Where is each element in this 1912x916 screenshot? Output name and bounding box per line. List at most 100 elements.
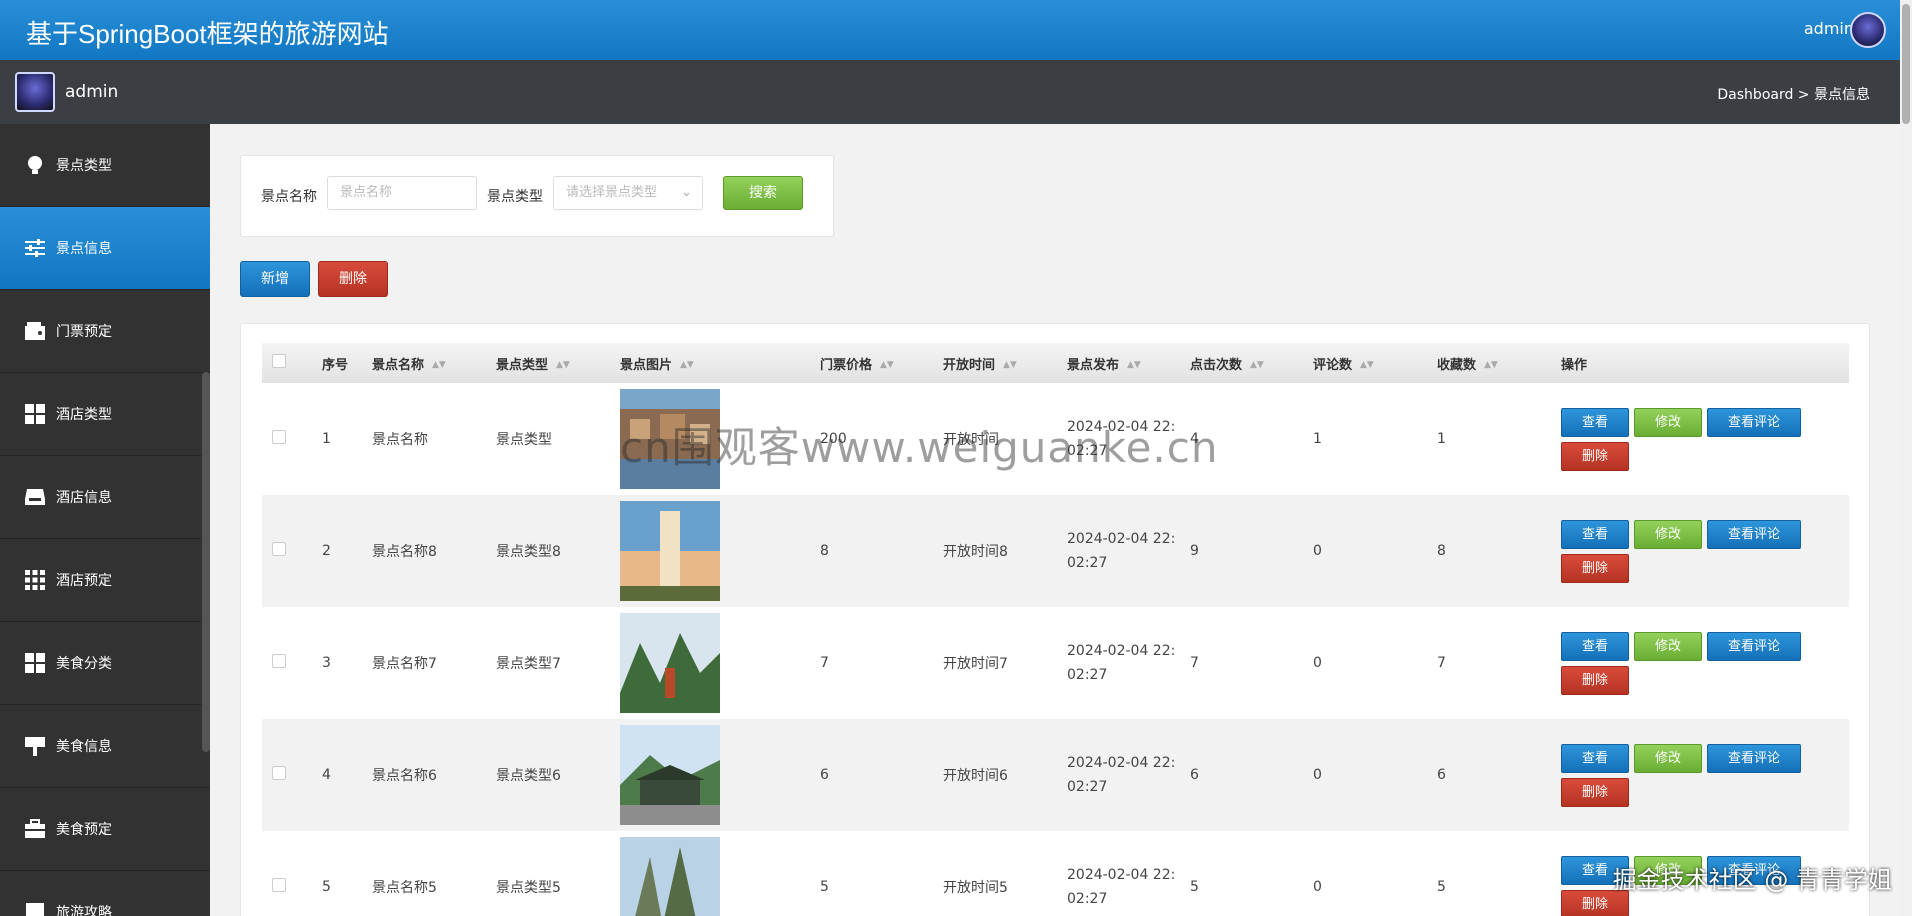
header-avatar[interactable] [1850, 12, 1886, 48]
col-no: 序号 [322, 357, 349, 373]
row-comments: 1 [1313, 431, 1322, 447]
delete-button[interactable]: 删除 [1561, 666, 1629, 695]
page-scrollbar[interactable] [1900, 0, 1912, 916]
sidebar-item-food-categories[interactable]: 美食分类 [0, 622, 210, 705]
col-image[interactable]: 景点图片 ▲▼ [620, 343, 820, 383]
sidebar-item-food-info[interactable]: 美食信息 [0, 705, 210, 788]
breadcrumb[interactable]: Dashboard > 景点信息 [1717, 84, 1870, 104]
sidebar-item-hotel-info[interactable]: 酒店信息 [0, 456, 210, 539]
sidebar-item-hotel-booking[interactable]: 酒店预定 [0, 539, 210, 622]
row-no: 1 [322, 431, 331, 447]
attraction-type-select[interactable]: 请选择景点类型 ⌄ [553, 176, 703, 210]
user-bar: admin Dashboard > 景点信息 [0, 60, 1900, 124]
row-type: 景点类型7 [496, 656, 561, 672]
view-button[interactable]: 查看 [1561, 520, 1629, 549]
row-checkbox[interactable] [272, 766, 286, 780]
view-button[interactable]: 查看 [1561, 408, 1629, 437]
col-comments[interactable]: 评论数 ▲▼ [1313, 343, 1437, 383]
page-scrollbar-thumb[interactable] [1902, 4, 1910, 124]
col-clicks[interactable]: 点击次数 ▲▼ [1190, 343, 1313, 383]
sidebar-scrollbar[interactable] [202, 372, 210, 752]
add-button[interactable]: 新增 [240, 261, 310, 297]
attraction-type-label: 景点类型 [487, 189, 543, 205]
col-open[interactable]: 开放时间 ▲▼ [943, 343, 1067, 383]
col-type[interactable]: 景点类型 ▲▼ [496, 343, 620, 383]
sidebar-item-label: 美食预定 [56, 822, 112, 838]
delete-button[interactable]: 删除 [1561, 778, 1629, 807]
row-checkbox[interactable] [272, 542, 286, 556]
row-checkbox[interactable] [272, 430, 286, 444]
row-image[interactable] [620, 495, 820, 607]
row-price: 5 [820, 879, 829, 895]
bulk-delete-button[interactable]: 删除 [318, 261, 388, 297]
edit-button[interactable]: 修改 [1634, 744, 1702, 773]
row-no: 5 [322, 879, 331, 895]
sidebar-item-hotel-types[interactable]: 酒店类型 [0, 373, 210, 456]
row-type: 景点类型 [496, 432, 552, 448]
sidebar-item-label: 景点类型 [56, 158, 112, 174]
view-button[interactable]: 查看 [1561, 744, 1629, 773]
row-image[interactable] [620, 607, 820, 719]
user-avatar[interactable] [15, 72, 55, 112]
sidebar-item-attraction-info[interactable]: 景点信息 [0, 207, 210, 290]
row-publish: 2024-02-04 22: 02:27 [1067, 643, 1176, 683]
row-checkbox[interactable] [272, 878, 286, 892]
select-all-checkbox[interactable] [272, 354, 286, 368]
user-name: admin [65, 82, 119, 102]
sort-icon: ▲▼ [432, 360, 446, 370]
row-image[interactable] [620, 719, 820, 831]
row-price: 6 [820, 767, 829, 783]
row-checkbox[interactable] [272, 654, 286, 668]
row-favorites: 7 [1437, 655, 1446, 671]
sliders-icon [22, 235, 48, 261]
row-publish: 2024-02-04 22: 02:27 [1067, 867, 1176, 907]
book-icon [22, 899, 48, 916]
edit-button[interactable]: 修改 [1634, 520, 1702, 549]
row-name: 景点名称 [372, 432, 428, 448]
row-publish: 2024-02-04 22: 02:27 [1067, 531, 1176, 571]
row-comments: 0 [1313, 879, 1322, 895]
sidebar-item-travel-guides[interactable]: 旅游攻略 [0, 871, 210, 916]
view-comments-button[interactable]: 查看评论 [1707, 408, 1801, 437]
grid-icon [22, 650, 48, 676]
view-button[interactable]: 查看 [1561, 632, 1629, 661]
row-image[interactable] [620, 831, 820, 916]
sidebar-item-attraction-types[interactable]: 景点类型 [0, 124, 210, 207]
row-name: 景点名称8 [372, 544, 437, 560]
sidebar-item-ticket-booking[interactable]: 门票预定 [0, 290, 210, 373]
row-type: 景点类型8 [496, 544, 561, 560]
lightbulb-icon [22, 152, 48, 178]
col-favorites[interactable]: 收藏数 ▲▼ [1437, 343, 1561, 383]
row-no: 4 [322, 767, 331, 783]
edit-button[interactable]: 修改 [1634, 408, 1702, 437]
row-comments: 0 [1313, 655, 1322, 671]
row-comments: 0 [1313, 767, 1322, 783]
search-button[interactable]: 搜索 [723, 176, 803, 210]
col-price[interactable]: 门票价格 ▲▼ [820, 343, 943, 383]
sidebar-item-label: 酒店类型 [56, 407, 112, 423]
delete-button[interactable]: 删除 [1561, 442, 1629, 471]
sign-icon [22, 733, 48, 759]
sidebar-item-label: 美食信息 [56, 739, 112, 755]
delete-button[interactable]: 删除 [1561, 554, 1629, 583]
sort-icon: ▲▼ [680, 360, 694, 370]
view-comments-button[interactable]: 查看评论 [1707, 744, 1801, 773]
row-name: 景点名称7 [372, 656, 437, 672]
row-name: 景点名称6 [372, 768, 437, 784]
sidebar-item-label: 景点信息 [56, 241, 112, 257]
sidebar-item-label: 酒店预定 [56, 573, 112, 589]
sidebar-item-food-booking[interactable]: 美食预定 [0, 788, 210, 871]
row-favorites: 8 [1437, 543, 1446, 559]
edit-button[interactable]: 修改 [1634, 632, 1702, 661]
header-username[interactable]: admin [1804, 19, 1854, 38]
table-row: 4 景点名称6 景点类型6 6 开放时间6 2024-02-04 22: 02:27 6 0 6 查… [262, 719, 1849, 831]
col-publish[interactable]: 景点发布 ▲▼ [1067, 343, 1190, 383]
view-comments-button[interactable]: 查看评论 [1707, 632, 1801, 661]
view-comments-button[interactable]: 查看评论 [1707, 520, 1801, 549]
app-title: 基于SpringBoot框架的旅游网站 [26, 19, 389, 49]
row-price: 8 [820, 543, 829, 559]
row-type: 景点类型6 [496, 768, 561, 784]
col-name[interactable]: 景点名称 ▲▼ [372, 343, 496, 383]
attraction-name-input[interactable]: 景点名称 [327, 176, 477, 210]
sort-icon: ▲▼ [556, 360, 570, 370]
